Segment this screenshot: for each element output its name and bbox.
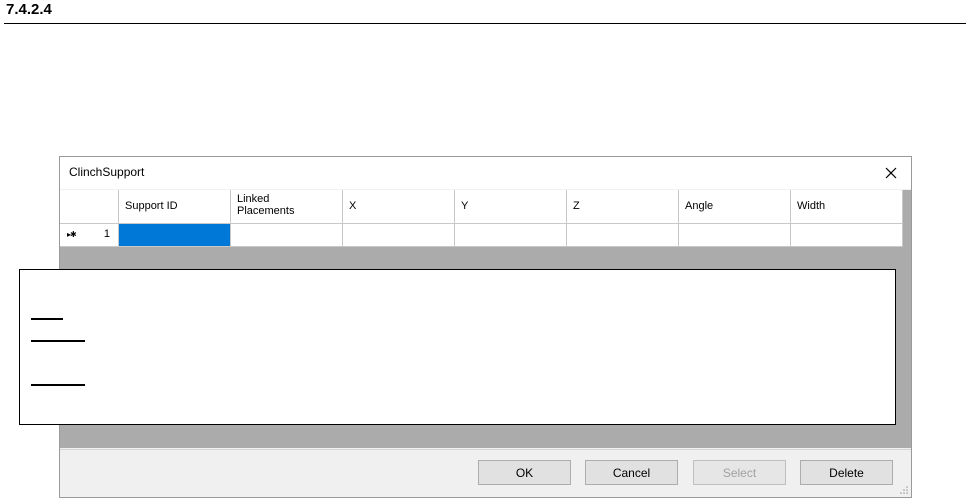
column-header-y[interactable]: Y	[455, 190, 567, 224]
redaction-box	[19, 269, 896, 425]
cell-angle[interactable]	[679, 224, 791, 247]
section-number: 7.4.2.4	[6, 1, 52, 18]
grid-header-row: Support ID Linked Placements X Y Z Angle…	[60, 190, 903, 224]
row-header-corner[interactable]	[60, 190, 119, 224]
cell-linked-placements[interactable]	[231, 224, 343, 247]
table-row[interactable]: ▸✱ 1	[60, 224, 903, 247]
dialog-footer: OK Cancel Select Delete	[60, 449, 911, 497]
delete-button[interactable]: Delete	[800, 460, 893, 485]
cancel-button[interactable]: Cancel	[585, 460, 678, 485]
row-header[interactable]: ▸✱ 1	[60, 224, 119, 247]
close-icon	[885, 167, 897, 179]
column-header-x[interactable]: X	[343, 190, 455, 224]
column-header-angle[interactable]: Angle	[679, 190, 791, 224]
resize-grip-icon[interactable]	[899, 485, 909, 495]
underline-mark	[31, 384, 85, 386]
column-header-linked-placements[interactable]: Linked Placements	[231, 190, 343, 224]
close-button[interactable]	[871, 157, 911, 189]
column-header-width[interactable]: Width	[791, 190, 903, 224]
underline-mark	[31, 318, 63, 320]
cell-support-id[interactable]	[119, 224, 231, 247]
underline-mark	[31, 340, 85, 342]
cell-width[interactable]	[791, 224, 903, 247]
cell-y[interactable]	[455, 224, 567, 247]
ok-button[interactable]: OK	[478, 460, 571, 485]
new-row-marker-icon: ▸✱	[67, 230, 77, 239]
dialog-titlebar: ClinchSupport	[60, 157, 911, 189]
row-number: 1	[103, 228, 110, 240]
cell-x[interactable]	[343, 224, 455, 247]
column-header-support-id[interactable]: Support ID	[119, 190, 231, 224]
select-button[interactable]: Select	[693, 460, 786, 485]
cell-z[interactable]	[567, 224, 679, 247]
dialog-title: ClinchSupport	[69, 165, 145, 179]
column-header-z[interactable]: Z	[567, 190, 679, 224]
heading-divider	[4, 23, 966, 24]
